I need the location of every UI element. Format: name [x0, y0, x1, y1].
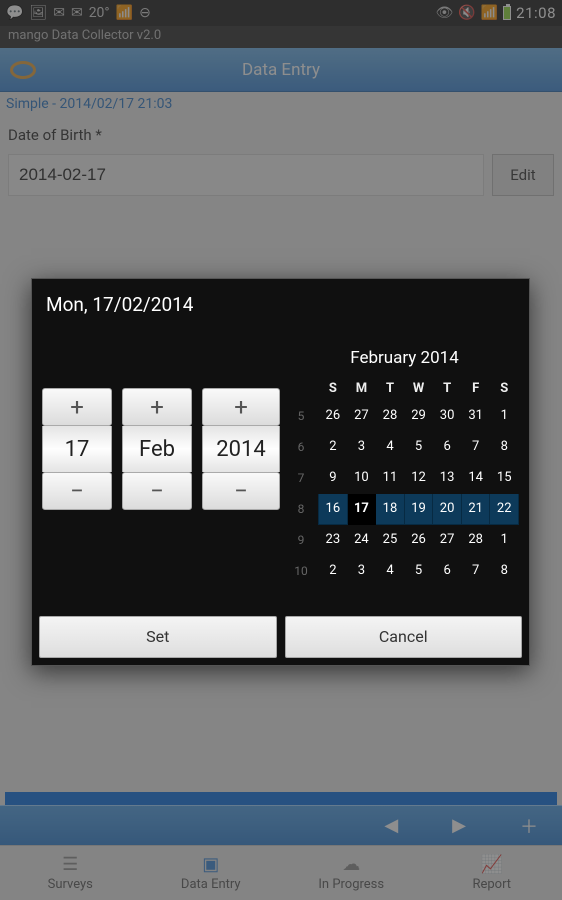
calendar-day[interactable]: 7 — [461, 555, 490, 586]
calendar-day[interactable]: 6 — [433, 431, 462, 462]
calendar-day[interactable]: 7 — [461, 431, 490, 462]
calendar-day[interactable]: 6 — [433, 555, 462, 586]
calendar-day[interactable]: 15 — [490, 462, 519, 493]
calendar-dow: S — [319, 378, 348, 400]
calendar-day[interactable]: 28 — [461, 524, 490, 555]
calendar-day[interactable]: 29 — [404, 400, 433, 431]
calendar-day[interactable]: 17 — [347, 493, 376, 524]
calendar-day[interactable]: 1 — [490, 524, 519, 555]
calendar-title: February 2014 — [290, 342, 519, 378]
calendar-day[interactable]: 18 — [376, 493, 405, 524]
month-spinner: + Feb − — [122, 388, 192, 587]
calendar-day[interactable]: 26 — [404, 524, 433, 555]
calendar-day[interactable]: 28 — [376, 400, 405, 431]
calendar-day[interactable]: 25 — [376, 524, 405, 555]
calendar-day[interactable]: 8 — [490, 555, 519, 586]
day-value[interactable]: 17 — [42, 426, 112, 472]
week-number: 10 — [290, 555, 319, 586]
calendar-day[interactable]: 20 — [433, 493, 462, 524]
dialog-title: Mon, 17/02/2014 — [32, 279, 529, 342]
year-value[interactable]: 2014 — [202, 426, 280, 472]
calendar-day[interactable]: 21 — [461, 493, 490, 524]
calendar-week: 52627282930311 — [290, 400, 519, 431]
calendar-day[interactable]: 5 — [404, 431, 433, 462]
calendar-day[interactable]: 16 — [319, 493, 348, 524]
calendar-day[interactable]: 5 — [404, 555, 433, 586]
calendar-week: 102345678 — [290, 555, 519, 586]
year-spinner: + 2014 − — [202, 388, 280, 587]
year-increment-button[interactable]: + — [202, 388, 280, 426]
calendar-week: 92324252627281 — [290, 524, 519, 555]
calendar-dow: W — [404, 378, 433, 400]
calendar-day[interactable]: 1 — [490, 400, 519, 431]
week-number: 8 — [290, 493, 319, 524]
calendar-dow: F — [461, 378, 490, 400]
calendar-day[interactable]: 2 — [319, 431, 348, 462]
calendar-day[interactable]: 24 — [347, 524, 376, 555]
month-value[interactable]: Feb — [122, 426, 192, 472]
month-increment-button[interactable]: + — [122, 388, 192, 426]
calendar-day[interactable]: 19 — [404, 493, 433, 524]
calendar-day[interactable]: 14 — [461, 462, 490, 493]
calendar-week: 816171819202122 — [290, 493, 519, 524]
month-decrement-button[interactable]: − — [122, 472, 192, 510]
week-number: 9 — [290, 524, 319, 555]
calendar-day[interactable]: 27 — [347, 400, 376, 431]
calendar-day[interactable]: 3 — [347, 555, 376, 586]
calendar-day[interactable]: 23 — [319, 524, 348, 555]
calendar-day[interactable]: 31 — [461, 400, 490, 431]
calendar-day[interactable]: 30 — [433, 400, 462, 431]
date-picker-dialog: Mon, 17/02/2014 + 17 − + Feb − + 2014 − … — [31, 278, 530, 666]
week-number: 5 — [290, 400, 319, 431]
calendar-day[interactable]: 3 — [347, 431, 376, 462]
calendar-day[interactable]: 13 — [433, 462, 462, 493]
calendar-day[interactable]: 26 — [319, 400, 348, 431]
spinner-group: + 17 − + Feb − + 2014 − — [42, 342, 280, 587]
set-button[interactable]: Set — [39, 616, 277, 658]
week-number: 6 — [290, 431, 319, 462]
calendar-day[interactable]: 4 — [376, 555, 405, 586]
calendar-day[interactable]: 22 — [490, 493, 519, 524]
calendar-dow-row: SMTWTFS — [290, 378, 519, 400]
calendar-day[interactable]: 12 — [404, 462, 433, 493]
day-spinner: + 17 − — [42, 388, 112, 587]
day-increment-button[interactable]: + — [42, 388, 112, 426]
calendar-week: 62345678 — [290, 431, 519, 462]
calendar-day[interactable]: 11 — [376, 462, 405, 493]
calendar: February 2014 SMTWTFS 526272829303116234… — [290, 342, 519, 587]
calendar-week: 79101112131415 — [290, 462, 519, 493]
calendar-day[interactable]: 9 — [319, 462, 348, 493]
year-decrement-button[interactable]: − — [202, 472, 280, 510]
calendar-day[interactable]: 27 — [433, 524, 462, 555]
day-decrement-button[interactable]: − — [42, 472, 112, 510]
calendar-day[interactable]: 10 — [347, 462, 376, 493]
calendar-dow: T — [376, 378, 405, 400]
calendar-dow: S — [490, 378, 519, 400]
calendar-dow: T — [433, 378, 462, 400]
calendar-day[interactable]: 8 — [490, 431, 519, 462]
calendar-day[interactable]: 2 — [319, 555, 348, 586]
calendar-day[interactable]: 4 — [376, 431, 405, 462]
calendar-dow: M — [347, 378, 376, 400]
week-number: 7 — [290, 462, 319, 493]
calendar-grid: SMTWTFS 52627282930311623456787910111213… — [290, 378, 519, 587]
cancel-button[interactable]: Cancel — [285, 616, 523, 658]
